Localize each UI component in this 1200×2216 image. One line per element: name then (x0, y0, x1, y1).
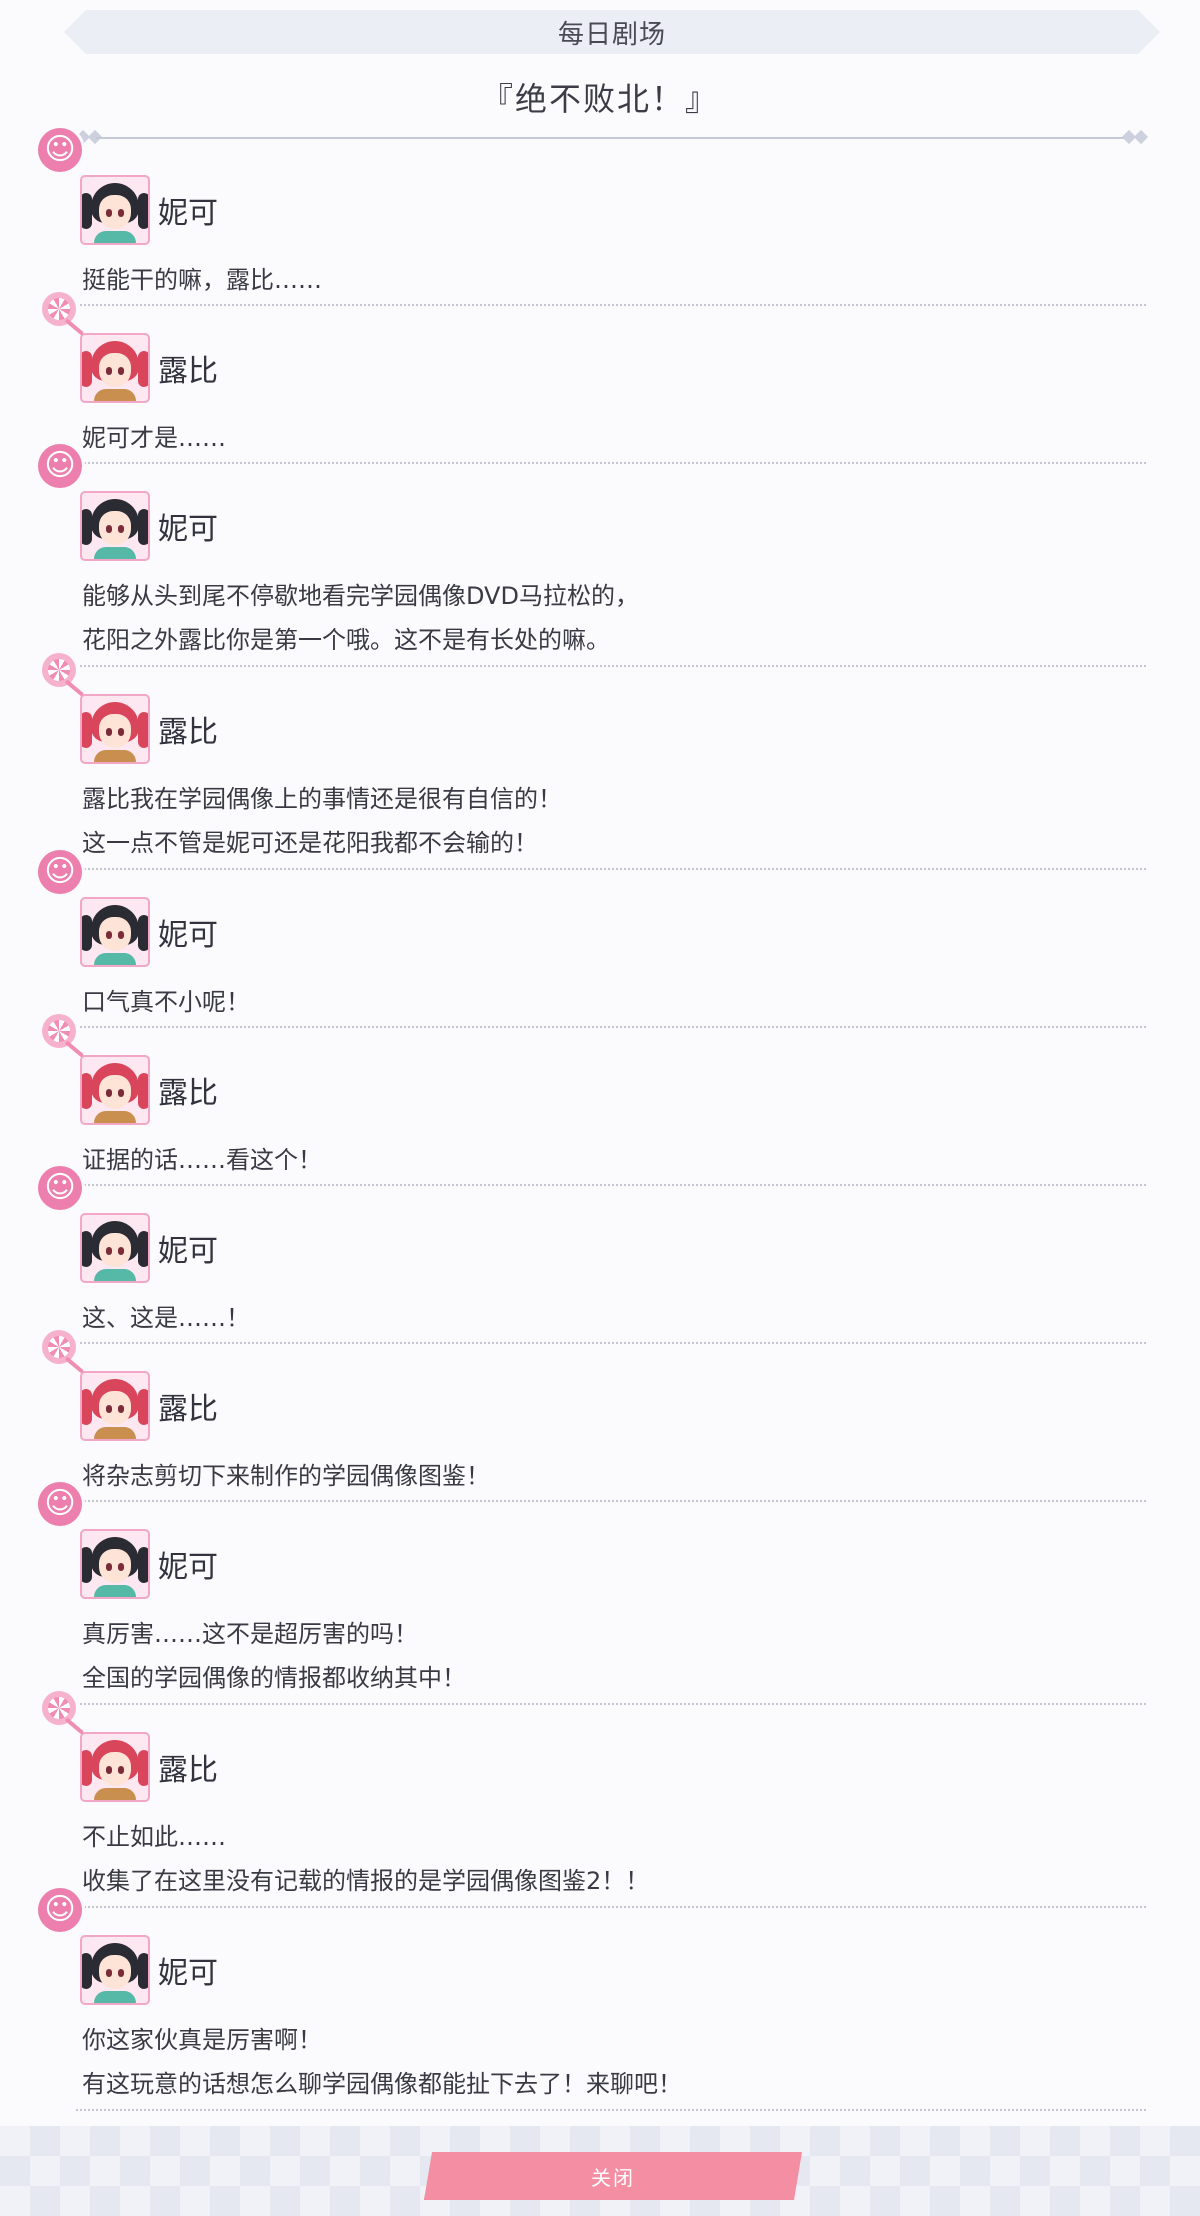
lollipop-icon (42, 1330, 76, 1364)
dialogue-line: 露比我在学园偶像上的事情还是很有自信的！ (82, 785, 562, 813)
dialogue-entry: 妮可 ☺ 口气真不小呢！ (38, 850, 1146, 1028)
dialogue-entry: 露比 将杂志剪切下来制作的学园偶像图鉴！ (42, 1330, 1146, 1502)
dialogue-entry: 妮可 ☺ 真厉害……这不是超厉害的吗！ 全国的学园偶像的情报都收纳其中！ (38, 1482, 1146, 1705)
smile-icon: ☺ (38, 128, 82, 172)
dialogue-line: 挺能干的嘛，露比…… (82, 266, 322, 294)
ruby-avatar (80, 333, 150, 403)
dialogue-entry: 妮可 ☺ 挺能干的嘛，露比…… (38, 128, 1146, 306)
dialogue-entry: 露比 证据的话……看这个！ (42, 1014, 1146, 1186)
speaker-name: 妮可 (158, 918, 218, 953)
smile-icon: ☺ (38, 1482, 82, 1526)
dialogue-line: 收集了在这里没有记载的情报的是学园偶像图鉴2！！ (82, 1867, 650, 1895)
speaker-name: 露比 (158, 1076, 218, 1111)
smile-icon: ☺ (38, 1888, 82, 1932)
smile-icon: ☺ (38, 850, 82, 894)
header-bar: 每日剧场 (64, 10, 1160, 54)
nico-avatar (80, 1935, 150, 2005)
smile-icon: ☺ (38, 1166, 82, 1210)
speaker-name: 妮可 (158, 512, 218, 547)
episode-title: 『绝不败北！』 (480, 80, 719, 118)
nico-avatar (80, 1529, 150, 1599)
dialogue-entry: 露比 露比我在学园偶像上的事情还是很有自信的！ 这一点不管是妮可还是花阳我都不会… (42, 653, 1146, 870)
nico-avatar (80, 175, 150, 245)
lollipop-icon (42, 292, 76, 326)
smile-icon: ☺ (38, 444, 82, 488)
ruby-avatar (80, 1371, 150, 1441)
dialogue-line: 这、这是……！ (82, 1304, 250, 1332)
dialogue-entry: 露比 不止如此…… 收集了在这里没有记载的情报的是学园偶像图鉴2！！ (42, 1691, 1146, 1908)
ruby-avatar (80, 694, 150, 764)
dialogue-line: 你这家伙真是厉害啊！ (82, 2026, 322, 2054)
title-divider (75, 129, 1149, 146)
lollipop-icon (42, 1014, 76, 1048)
dialogue-list[interactable]: 妮可 ☺ 挺能干的嘛，露比…… 露比 妮可才是…… 妮可 ☺ 能够从头到尾不停歇… (0, 128, 1200, 2111)
close-button[interactable]: 关闭 (424, 2152, 802, 2200)
dialogue-line: 将杂志剪切下来制作的学园偶像图鉴！ (82, 1462, 490, 1490)
dialogue-line: 真厉害……这不是超厉害的吗！ (82, 1620, 418, 1648)
dialogue-entry: 妮可 ☺ 你这家伙真是厉害啊！ 有这玩意的话想怎么聊学园偶像都能扯下去了！来聊吧… (38, 1888, 1146, 2111)
speaker-name: 妮可 (158, 1234, 218, 1269)
speaker-name: 露比 (158, 715, 218, 750)
speaker-name: 露比 (158, 1392, 218, 1427)
speaker-name: 露比 (158, 354, 218, 389)
dialogue-line: 全国的学园偶像的情报都收纳其中！ (82, 1664, 466, 1692)
dialogue-entry: 露比 妮可才是…… (42, 292, 1146, 464)
nico-avatar (80, 897, 150, 967)
dialogue-line: 这一点不管是妮可还是花阳我都不会输的！ (82, 829, 538, 857)
ruby-avatar (80, 1055, 150, 1125)
dialogue-line: 能够从头到尾不停歇地看完学园偶像DVD马拉松的， (82, 582, 639, 610)
nico-avatar (80, 1213, 150, 1283)
speaker-name: 露比 (158, 1753, 218, 1788)
dialogue-line: 有这玩意的话想怎么聊学园偶像都能扯下去了！来聊吧！ (82, 2070, 682, 2098)
speaker-name: 妮可 (158, 1956, 218, 1991)
header-title: 每日剧场 (557, 19, 666, 50)
dialogue-entry: 妮可 ☺ 这、这是……！ (38, 1166, 1146, 1344)
lollipop-icon (42, 653, 76, 687)
dialogue-line: 不止如此…… (82, 1823, 226, 1851)
ruby-avatar (80, 1732, 150, 1802)
dialogue-line: 花阳之外露比你是第一个哦。这不是有长处的嘛。 (82, 626, 610, 654)
dialogue-line: 口气真不小呢！ (82, 988, 250, 1016)
speaker-name: 妮可 (158, 196, 218, 231)
lollipop-icon (42, 1691, 76, 1725)
dialogue-line: 证据的话……看这个！ (82, 1146, 322, 1174)
speaker-name: 妮可 (158, 1550, 218, 1585)
nico-avatar (80, 491, 150, 561)
dialogue-line: 妮可才是…… (82, 424, 226, 452)
dialogue-entry: 妮可 ☺ 能够从头到尾不停歇地看完学园偶像DVD马拉松的， 花阳之外露比你是第一… (38, 444, 1146, 667)
